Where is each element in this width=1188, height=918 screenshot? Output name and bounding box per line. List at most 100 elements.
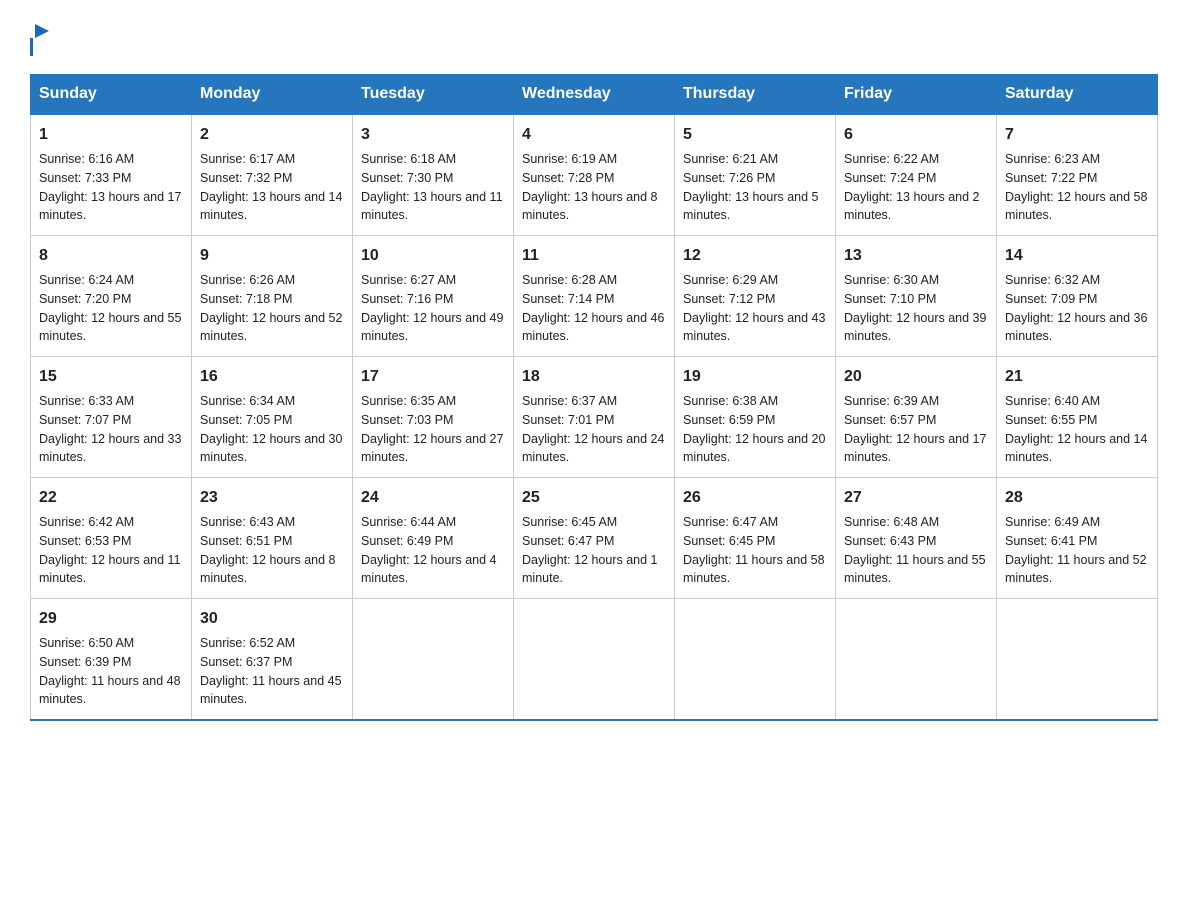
sunrise-text: Sunrise: 6:24 AM bbox=[39, 273, 134, 287]
sunset-text: Sunset: 6:53 PM bbox=[39, 534, 131, 548]
sunset-text: Sunset: 6:43 PM bbox=[844, 534, 936, 548]
sunrise-text: Sunrise: 6:26 AM bbox=[200, 273, 295, 287]
sunset-text: Sunset: 6:51 PM bbox=[200, 534, 292, 548]
daylight-text: Daylight: 12 hours and 43 minutes. bbox=[683, 311, 825, 344]
sunrise-text: Sunrise: 6:37 AM bbox=[522, 394, 617, 408]
calendar-cell: 29Sunrise: 6:50 AMSunset: 6:39 PMDayligh… bbox=[31, 599, 192, 721]
sunrise-text: Sunrise: 6:32 AM bbox=[1005, 273, 1100, 287]
daylight-text: Daylight: 12 hours and 8 minutes. bbox=[200, 553, 336, 586]
daylight-text: Daylight: 12 hours and 33 minutes. bbox=[39, 432, 181, 465]
daylight-text: Daylight: 11 hours and 48 minutes. bbox=[39, 674, 181, 707]
day-number: 5 bbox=[683, 123, 827, 147]
day-number: 27 bbox=[844, 486, 988, 510]
sunset-text: Sunset: 7:10 PM bbox=[844, 292, 936, 306]
day-number: 16 bbox=[200, 365, 344, 389]
page-header bbox=[30, 20, 1158, 56]
daylight-text: Daylight: 13 hours and 14 minutes. bbox=[200, 190, 342, 223]
calendar-week-row: 15Sunrise: 6:33 AMSunset: 7:07 PMDayligh… bbox=[31, 357, 1158, 478]
calendar-cell: 14Sunrise: 6:32 AMSunset: 7:09 PMDayligh… bbox=[997, 236, 1158, 357]
day-number: 21 bbox=[1005, 365, 1149, 389]
col-header-monday: Monday bbox=[192, 75, 353, 115]
day-number: 29 bbox=[39, 607, 183, 631]
daylight-text: Daylight: 13 hours and 11 minutes. bbox=[361, 190, 503, 223]
calendar-cell: 30Sunrise: 6:52 AMSunset: 6:37 PMDayligh… bbox=[192, 599, 353, 721]
col-header-friday: Friday bbox=[836, 75, 997, 115]
daylight-text: Daylight: 12 hours and 46 minutes. bbox=[522, 311, 664, 344]
calendar-cell: 24Sunrise: 6:44 AMSunset: 6:49 PMDayligh… bbox=[353, 478, 514, 599]
sunrise-text: Sunrise: 6:21 AM bbox=[683, 152, 778, 166]
sunrise-text: Sunrise: 6:52 AM bbox=[200, 636, 295, 650]
calendar-cell: 28Sunrise: 6:49 AMSunset: 6:41 PMDayligh… bbox=[997, 478, 1158, 599]
sunset-text: Sunset: 7:18 PM bbox=[200, 292, 292, 306]
day-number: 1 bbox=[39, 123, 183, 147]
daylight-text: Daylight: 12 hours and 14 minutes. bbox=[1005, 432, 1147, 465]
daylight-text: Daylight: 12 hours and 30 minutes. bbox=[200, 432, 342, 465]
calendar-cell: 9Sunrise: 6:26 AMSunset: 7:18 PMDaylight… bbox=[192, 236, 353, 357]
calendar-week-row: 8Sunrise: 6:24 AMSunset: 7:20 PMDaylight… bbox=[31, 236, 1158, 357]
sunset-text: Sunset: 7:03 PM bbox=[361, 413, 453, 427]
sunset-text: Sunset: 7:28 PM bbox=[522, 171, 614, 185]
day-number: 6 bbox=[844, 123, 988, 147]
calendar-table: SundayMondayTuesdayWednesdayThursdayFrid… bbox=[30, 74, 1158, 721]
day-number: 12 bbox=[683, 244, 827, 268]
daylight-text: Daylight: 12 hours and 58 minutes. bbox=[1005, 190, 1147, 223]
calendar-week-row: 29Sunrise: 6:50 AMSunset: 6:39 PMDayligh… bbox=[31, 599, 1158, 721]
sunset-text: Sunset: 6:39 PM bbox=[39, 655, 131, 669]
sunrise-text: Sunrise: 6:45 AM bbox=[522, 515, 617, 529]
col-header-saturday: Saturday bbox=[997, 75, 1158, 115]
sunrise-text: Sunrise: 6:33 AM bbox=[39, 394, 134, 408]
daylight-text: Daylight: 13 hours and 8 minutes. bbox=[522, 190, 658, 223]
sunset-text: Sunset: 6:37 PM bbox=[200, 655, 292, 669]
day-number: 22 bbox=[39, 486, 183, 510]
daylight-text: Daylight: 12 hours and 39 minutes. bbox=[844, 311, 986, 344]
day-number: 10 bbox=[361, 244, 505, 268]
day-number: 23 bbox=[200, 486, 344, 510]
day-number: 14 bbox=[1005, 244, 1149, 268]
calendar-cell: 8Sunrise: 6:24 AMSunset: 7:20 PMDaylight… bbox=[31, 236, 192, 357]
calendar-cell: 26Sunrise: 6:47 AMSunset: 6:45 PMDayligh… bbox=[675, 478, 836, 599]
sunset-text: Sunset: 7:30 PM bbox=[361, 171, 453, 185]
daylight-text: Daylight: 12 hours and 11 minutes. bbox=[39, 553, 181, 586]
calendar-cell bbox=[836, 599, 997, 721]
sunrise-text: Sunrise: 6:47 AM bbox=[683, 515, 778, 529]
col-header-thursday: Thursday bbox=[675, 75, 836, 115]
calendar-week-row: 1Sunrise: 6:16 AMSunset: 7:33 PMDaylight… bbox=[31, 114, 1158, 236]
day-number: 3 bbox=[361, 123, 505, 147]
sunset-text: Sunset: 7:16 PM bbox=[361, 292, 453, 306]
sunrise-text: Sunrise: 6:42 AM bbox=[39, 515, 134, 529]
calendar-cell: 1Sunrise: 6:16 AMSunset: 7:33 PMDaylight… bbox=[31, 114, 192, 236]
day-number: 7 bbox=[1005, 123, 1149, 147]
sunrise-text: Sunrise: 6:43 AM bbox=[200, 515, 295, 529]
sunrise-text: Sunrise: 6:16 AM bbox=[39, 152, 134, 166]
calendar-cell: 11Sunrise: 6:28 AMSunset: 7:14 PMDayligh… bbox=[514, 236, 675, 357]
calendar-cell: 12Sunrise: 6:29 AMSunset: 7:12 PMDayligh… bbox=[675, 236, 836, 357]
sunset-text: Sunset: 6:41 PM bbox=[1005, 534, 1097, 548]
daylight-text: Daylight: 12 hours and 24 minutes. bbox=[522, 432, 664, 465]
sunset-text: Sunset: 7:26 PM bbox=[683, 171, 775, 185]
daylight-text: Daylight: 11 hours and 52 minutes. bbox=[1005, 553, 1147, 586]
calendar-cell: 16Sunrise: 6:34 AMSunset: 7:05 PMDayligh… bbox=[192, 357, 353, 478]
day-number: 13 bbox=[844, 244, 988, 268]
day-number: 17 bbox=[361, 365, 505, 389]
calendar-cell: 13Sunrise: 6:30 AMSunset: 7:10 PMDayligh… bbox=[836, 236, 997, 357]
sunset-text: Sunset: 7:24 PM bbox=[844, 171, 936, 185]
calendar-cell: 20Sunrise: 6:39 AMSunset: 6:57 PMDayligh… bbox=[836, 357, 997, 478]
calendar-cell: 27Sunrise: 6:48 AMSunset: 6:43 PMDayligh… bbox=[836, 478, 997, 599]
daylight-text: Daylight: 12 hours and 4 minutes. bbox=[361, 553, 497, 586]
calendar-header-row: SundayMondayTuesdayWednesdayThursdayFrid… bbox=[31, 75, 1158, 115]
daylight-text: Daylight: 12 hours and 49 minutes. bbox=[361, 311, 503, 344]
day-number: 25 bbox=[522, 486, 666, 510]
sunset-text: Sunset: 6:47 PM bbox=[522, 534, 614, 548]
day-number: 24 bbox=[361, 486, 505, 510]
col-header-wednesday: Wednesday bbox=[514, 75, 675, 115]
calendar-cell: 4Sunrise: 6:19 AMSunset: 7:28 PMDaylight… bbox=[514, 114, 675, 236]
calendar-cell bbox=[514, 599, 675, 721]
daylight-text: Daylight: 11 hours and 45 minutes. bbox=[200, 674, 342, 707]
sunrise-text: Sunrise: 6:19 AM bbox=[522, 152, 617, 166]
day-number: 28 bbox=[1005, 486, 1149, 510]
daylight-text: Daylight: 12 hours and 17 minutes. bbox=[844, 432, 986, 465]
calendar-cell: 25Sunrise: 6:45 AMSunset: 6:47 PMDayligh… bbox=[514, 478, 675, 599]
sunset-text: Sunset: 6:57 PM bbox=[844, 413, 936, 427]
sunset-text: Sunset: 7:05 PM bbox=[200, 413, 292, 427]
daylight-text: Daylight: 12 hours and 20 minutes. bbox=[683, 432, 825, 465]
